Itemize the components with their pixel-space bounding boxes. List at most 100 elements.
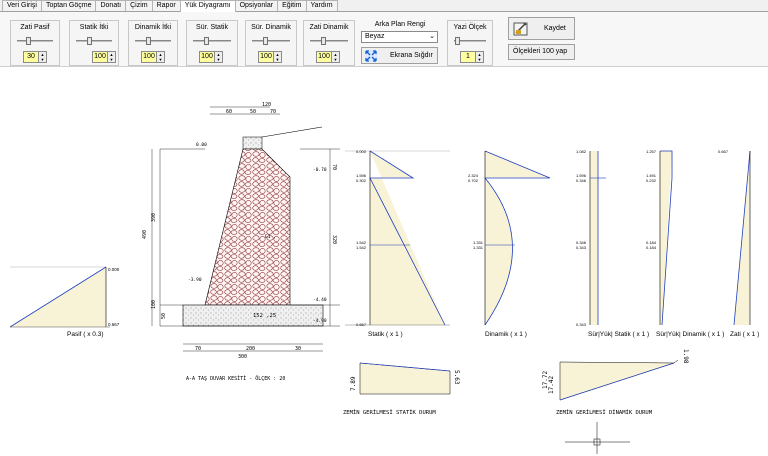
sur-statik-value[interactable]: 100: [199, 51, 215, 63]
slider-thumb[interactable]: [321, 37, 326, 45]
wall-right-dim: 320: [331, 235, 337, 244]
self-weight-caption: Zati ( x 1 ): [730, 331, 759, 338]
tab-yardim[interactable]: Yardım: [305, 0, 338, 11]
dinamik-itki-value[interactable]: 100: [141, 51, 157, 63]
wall-bottom-dim: 70: [195, 346, 201, 352]
tab-cizim[interactable]: Çizim: [125, 0, 153, 11]
soil-static-right: 5.63: [453, 370, 460, 385]
soil-static-left: 7.89: [350, 376, 357, 391]
slider-label: Dinamik İtki: [134, 24, 172, 31]
slider-group-sur-statik: Sür. Statik 100 ▲ ▼: [186, 20, 238, 66]
tab-opsiyonlar[interactable]: Opsiyonlar: [234, 0, 279, 11]
sur-statik-slider[interactable]: [193, 37, 231, 45]
slider-thumb[interactable]: [263, 37, 268, 45]
text-scale-value[interactable]: 1: [460, 51, 476, 63]
surcharge-static-value: 0.346: [576, 178, 587, 183]
tab-donati[interactable]: Donatı: [95, 0, 127, 11]
toolbar: Zati Pasif 30 ▲ ▼ Statik İtki 100 ▲ ▼ Dinami…: [0, 12, 768, 67]
soil-dynamic-left: 17.42: [548, 376, 555, 394]
surcharge-dynamic-diagram: [659, 150, 673, 326]
slider-thumb[interactable]: [87, 37, 92, 45]
save-button[interactable]: Kaydet: [508, 17, 575, 40]
wall-left-dim: 390: [151, 213, 157, 222]
wall-force-label: E1 ,: [265, 234, 276, 240]
slider-thumb[interactable]: [204, 37, 209, 45]
passive-value-top: 0.000: [108, 267, 120, 272]
zati-dinamik-slider[interactable]: [310, 37, 348, 45]
level-label: -3.90: [188, 277, 202, 283]
static-value: 0.000: [356, 149, 367, 154]
passive-caption: Pasif ( x 0.3): [67, 331, 103, 338]
dynamic-value: 1.331: [473, 245, 484, 250]
wall-right-dim: 70: [331, 164, 337, 170]
level-label: -0.70: [313, 167, 327, 173]
wall-top-dim: 120: [262, 102, 271, 108]
set-scales-100-label: Ölçekleri 100 yap: [513, 48, 568, 55]
slider-label: Sür. Statik: [196, 24, 228, 31]
background-color-value: Beyaz: [365, 33, 385, 40]
static-value: 1.542: [356, 245, 367, 250]
background-color-select[interactable]: Beyaz ⌄: [361, 31, 438, 43]
zati-pasif-slider[interactable]: [17, 37, 53, 45]
soil-stress-dynamic: 17.42 17.72 1.98 ZEMİN GERİLMESİ DİNAMİK…: [542, 349, 689, 416]
wall-left-dim: 100: [151, 300, 157, 309]
surcharge-static-value: 0.343: [576, 245, 587, 250]
zati-pasif-value[interactable]: 30: [23, 51, 39, 63]
set-scales-100-button[interactable]: Ölçekleri 100 yap: [508, 44, 575, 60]
spin-arrows[interactable]: ▲ ▼: [108, 51, 116, 63]
soil-static-title: ZEMİN GERİLMESİ STATİK DURUM: [343, 409, 436, 416]
static-value: 0.667: [356, 322, 367, 327]
zati-dinamik-value[interactable]: 100: [316, 51, 332, 63]
chevron-down-icon: ⌄: [429, 33, 435, 40]
wall-left-dim: 50: [161, 313, 167, 319]
statik-itki-slider[interactable]: [76, 37, 112, 45]
static-value: 0.302: [356, 178, 367, 183]
dynamic-value: 0.702: [468, 178, 479, 183]
spin-arrows[interactable]: ▲ ▼: [39, 51, 47, 63]
dinamik-itki-slider[interactable]: [135, 37, 171, 45]
statik-itki-value[interactable]: 100: [92, 51, 108, 63]
tab-rapor[interactable]: Rapor: [151, 0, 181, 11]
fit-screen-button[interactable]: Ekrana Sığdır: [361, 47, 438, 64]
wall-top-dim: 70: [270, 109, 276, 115]
passive-value-bottom: 0.667: [108, 322, 120, 327]
spin-arrows[interactable]: ▲ ▼: [274, 51, 282, 63]
sur-dinamik-value[interactable]: 100: [258, 51, 274, 63]
save-icon: [513, 22, 528, 36]
fit-screen-icon: [365, 50, 377, 62]
self-weight-diagram: [733, 150, 751, 326]
tab-egitim[interactable]: Eğitim: [277, 0, 307, 11]
cursor-crosshair: [565, 422, 630, 454]
slider-thumb[interactable]: [26, 37, 31, 45]
wall-bottom-dim: 30: [295, 346, 301, 352]
soil-dynamic-right: 1.98: [682, 349, 689, 364]
tab-veri-girisi[interactable]: Veri Girişi: [2, 0, 42, 11]
cad-drawing: 0.000 0.667 Pasif ( x 0.3) 120 60 50 70 …: [9, 102, 759, 454]
sur-dinamik-slider[interactable]: [252, 37, 290, 45]
slider-group-zati-dinamik: Zati Dinamik 100 ▲ ▼: [303, 20, 355, 66]
tab-yuk-diyagrami[interactable]: Yük Diyagramı: [179, 0, 236, 12]
soil-stress-static: 7.89 5.63 ZEMİN GERİLMESİ STATİK DURUM: [343, 362, 460, 416]
self-weight-value: 0.667: [718, 149, 729, 154]
slider-thumb[interactable]: [455, 37, 460, 45]
level-label: 0.00: [196, 142, 207, 148]
spin-arrows[interactable]: ▲ ▼: [476, 51, 484, 63]
slider-thumb[interactable]: [146, 37, 151, 45]
text-scale-slider[interactable]: [454, 37, 486, 45]
wall-left-dim: 490: [142, 230, 148, 239]
level-label: -4.90: [313, 318, 327, 324]
spin-arrows[interactable]: ▲ ▼: [332, 51, 340, 63]
text-scale-group: Yazi Ölçek 1 ▲ ▼: [447, 20, 493, 66]
spin-arrows[interactable]: ▲ ▼: [215, 51, 223, 63]
slider-label: Zati Dinamik: [309, 24, 349, 31]
text-scale-label: Yazi Ölçek: [453, 24, 487, 31]
wall-bottom-dim: 200: [246, 346, 255, 352]
surcharge-dynamic-caption: Sür|Yük| Dinamik ( x 1 ): [656, 331, 724, 338]
slider-label: Zati Pasif: [20, 24, 50, 31]
fit-screen-label: Ekrana Sığdır: [390, 52, 433, 59]
spin-arrows[interactable]: ▲ ▼: [157, 51, 165, 63]
slider-label: Sür. Dinamik: [251, 24, 291, 31]
tab-toptan-gocme[interactable]: Toptan Göçme: [40, 0, 97, 11]
drawing-canvas[interactable]: 0.000 0.667 Pasif ( x 0.3) 120 60 50 70 …: [0, 67, 768, 454]
soil-dynamic-title: ZEMİN GERİLMESİ DİNAMİK DURUM: [556, 409, 653, 416]
